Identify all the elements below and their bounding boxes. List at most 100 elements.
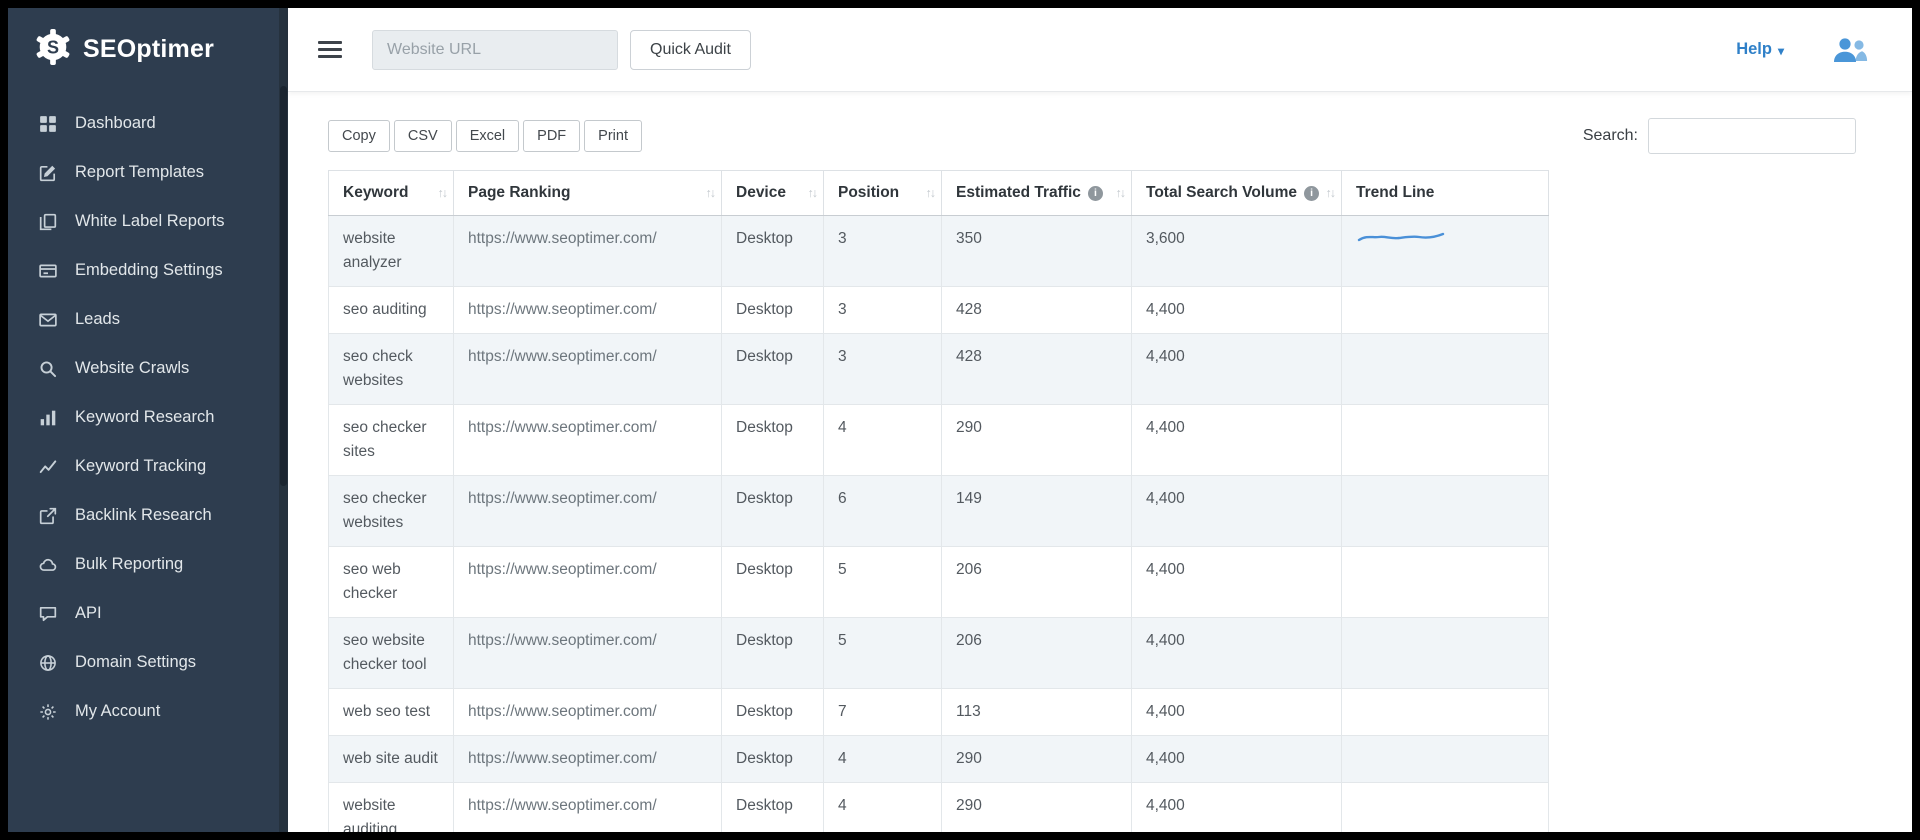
sidebar-item-label: Domain Settings bbox=[75, 653, 196, 672]
excel-export-button[interactable]: Excel bbox=[456, 120, 519, 152]
cell-estimated-traffic: 290 bbox=[942, 736, 1132, 783]
help-menu[interactable]: Help ▾ bbox=[1736, 40, 1784, 59]
cell-trend-line bbox=[1342, 689, 1549, 736]
svg-text:S: S bbox=[47, 38, 59, 58]
sidebar-item-my-account[interactable]: My Account bbox=[8, 687, 288, 736]
column-header-page-ranking[interactable]: Page Ranking↑↓ bbox=[454, 171, 722, 216]
sidebar-nav: Dashboard Report TemplatesWhite Label Rep… bbox=[8, 95, 288, 736]
cell-trend-line bbox=[1342, 334, 1549, 405]
cell-total-search-volume: 4,400 bbox=[1132, 334, 1342, 405]
cell-position: 3 bbox=[824, 287, 942, 334]
embedding-settings-icon bbox=[38, 262, 58, 280]
sidebar-item-dashboard[interactable]: Dashboard bbox=[8, 99, 288, 148]
cell-estimated-traffic: 290 bbox=[942, 405, 1132, 476]
report-templates-icon bbox=[38, 164, 58, 182]
sidebar-scrollbar-thumb[interactable] bbox=[280, 86, 287, 486]
cell-position: 5 bbox=[824, 547, 942, 618]
sidebar-item-report-templates[interactable]: Report Templates bbox=[8, 148, 288, 197]
info-icon[interactable]: i bbox=[1088, 186, 1103, 201]
keyword-tracking-table: Keyword↑↓Page Ranking↑↓Device↑↓Position↑… bbox=[328, 170, 1549, 832]
table-row: seo web checkerhttps://www.seoptimer.com… bbox=[329, 547, 1549, 618]
column-header-device[interactable]: Device↑↓ bbox=[722, 171, 824, 216]
cell-keyword: seo website checker tool bbox=[329, 618, 454, 689]
column-label: Estimated Traffic bbox=[956, 184, 1081, 201]
sidebar-item-label: Dashboard bbox=[75, 114, 156, 133]
website-url-input[interactable] bbox=[372, 30, 618, 70]
leads-icon bbox=[38, 311, 58, 329]
cell-total-search-volume: 4,400 bbox=[1132, 405, 1342, 476]
header-row: Keyword↑↓Page Ranking↑↓Device↑↓Position↑… bbox=[329, 171, 1549, 216]
cell-page-ranking: https://www.seoptimer.com/ bbox=[454, 783, 722, 833]
cell-page-ranking: https://www.seoptimer.com/ bbox=[454, 618, 722, 689]
column-header-keyword[interactable]: Keyword↑↓ bbox=[329, 171, 454, 216]
cell-device: Desktop bbox=[722, 736, 824, 783]
table-row: web site audithttps://www.seoptimer.com/… bbox=[329, 736, 1549, 783]
column-header-total-search-volume[interactable]: Total Search Volumei↑↓ bbox=[1132, 171, 1342, 216]
cell-device: Desktop bbox=[722, 287, 824, 334]
sidebar-item-keyword-research[interactable]: Keyword Research bbox=[8, 393, 288, 442]
sidebar-item-website-crawls[interactable]: Website Crawls bbox=[8, 344, 288, 393]
app-logo[interactable]: S SEOptimer bbox=[8, 8, 288, 95]
cell-trend-line bbox=[1342, 783, 1549, 833]
sidebar-item-api[interactable]: API bbox=[8, 589, 288, 638]
cell-device: Desktop bbox=[722, 405, 824, 476]
copy-export-button[interactable]: Copy bbox=[328, 120, 390, 152]
pdf-export-button[interactable]: PDF bbox=[523, 120, 580, 152]
cell-position: 5 bbox=[824, 618, 942, 689]
column-header-estimated-traffic[interactable]: Estimated Traffici↑↓ bbox=[942, 171, 1132, 216]
table-controls: CopyCSVExcelPDFPrint Search: bbox=[328, 118, 1856, 154]
info-icon[interactable]: i bbox=[1304, 186, 1319, 201]
keyword-tracking-icon bbox=[38, 458, 58, 476]
sidebar-item-white-label-reports[interactable]: White Label Reports bbox=[8, 197, 288, 246]
cell-total-search-volume: 4,400 bbox=[1132, 736, 1342, 783]
api-icon bbox=[38, 605, 58, 623]
cell-total-search-volume: 3,600 bbox=[1132, 216, 1342, 287]
table-search-input[interactable] bbox=[1648, 118, 1856, 154]
sidebar-item-bulk-reporting[interactable]: Bulk Reporting bbox=[8, 540, 288, 589]
sidebar-item-embedding-settings[interactable]: Embedding Settings bbox=[8, 246, 288, 295]
user-account-icon[interactable] bbox=[1830, 35, 1872, 65]
cell-device: Desktop bbox=[722, 334, 824, 405]
cell-position: 4 bbox=[824, 783, 942, 833]
app-window: S SEOptimer Dashboard Report TemplatesWhi… bbox=[8, 8, 1912, 832]
cell-position: 3 bbox=[824, 216, 942, 287]
cell-keyword: website analyzer bbox=[329, 216, 454, 287]
cell-page-ranking: https://www.seoptimer.com/ bbox=[454, 547, 722, 618]
quick-audit-button[interactable]: Quick Audit bbox=[630, 30, 751, 70]
print-export-button[interactable]: Print bbox=[584, 120, 642, 152]
cell-estimated-traffic: 350 bbox=[942, 216, 1132, 287]
app-title: SEOptimer bbox=[83, 35, 214, 64]
my-account-icon bbox=[38, 703, 58, 721]
cell-estimated-traffic: 428 bbox=[942, 334, 1132, 405]
chevron-down-icon: ▾ bbox=[1778, 44, 1784, 58]
sidebar-item-keyword-tracking[interactable]: Keyword Tracking bbox=[8, 442, 288, 491]
sidebar-item-label: API bbox=[75, 604, 102, 623]
hamburger-menu-icon[interactable] bbox=[314, 33, 346, 66]
table-row: website auditinghttps://www.seoptimer.co… bbox=[329, 783, 1549, 833]
csv-export-button[interactable]: CSV bbox=[394, 120, 452, 152]
export-button-group: CopyCSVExcelPDFPrint bbox=[328, 120, 642, 152]
cell-estimated-traffic: 206 bbox=[942, 547, 1132, 618]
sidebar-scrollbar[interactable] bbox=[279, 8, 288, 832]
trend-sparkline bbox=[1356, 229, 1456, 255]
cell-keyword: seo check websites bbox=[329, 334, 454, 405]
sidebar-item-label: Bulk Reporting bbox=[75, 555, 183, 574]
sidebar-item-backlink-research[interactable]: Backlink Research bbox=[8, 491, 288, 540]
sidebar-item-leads[interactable]: Leads bbox=[8, 295, 288, 344]
column-header-position[interactable]: Position↑↓ bbox=[824, 171, 942, 216]
cell-trend-line bbox=[1342, 216, 1549, 287]
backlink-research-icon bbox=[38, 507, 58, 525]
sidebar-item-domain-settings[interactable]: Domain Settings bbox=[8, 638, 288, 687]
cell-estimated-traffic: 113 bbox=[942, 689, 1132, 736]
cell-estimated-traffic: 428 bbox=[942, 287, 1132, 334]
column-label: Position bbox=[838, 184, 899, 201]
cell-page-ranking: https://www.seoptimer.com/ bbox=[454, 405, 722, 476]
cell-trend-line bbox=[1342, 547, 1549, 618]
topbar: Quick Audit Help ▾ bbox=[288, 8, 1912, 92]
sidebar-item-label: Leads bbox=[75, 310, 120, 329]
keyword-tracking-content: CopyCSVExcelPDFPrint Search: Keyword↑↓Pa… bbox=[288, 92, 1912, 832]
table-row: website analyzerhttps://www.seoptimer.co… bbox=[329, 216, 1549, 287]
cell-total-search-volume: 4,400 bbox=[1132, 783, 1342, 833]
table-search: Search: bbox=[1583, 118, 1856, 154]
main-area: Quick Audit Help ▾ bbox=[288, 8, 1912, 832]
